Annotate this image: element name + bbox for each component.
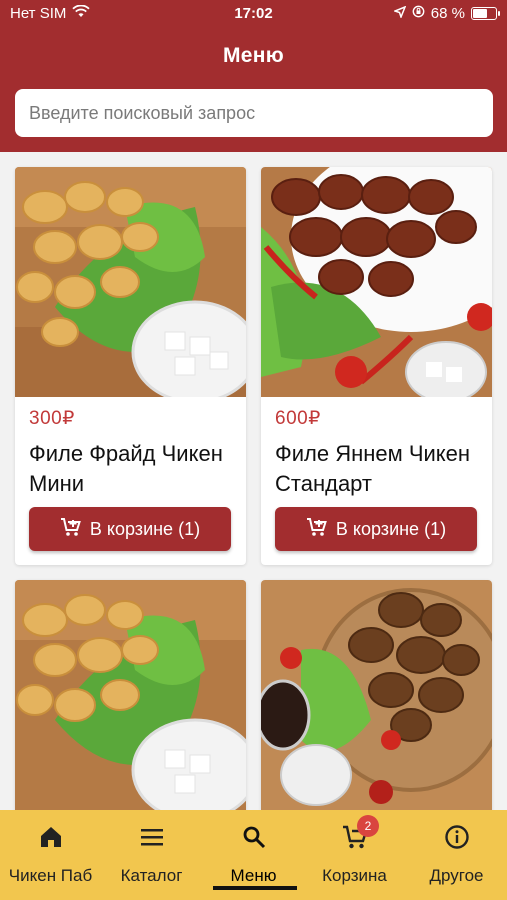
product-price: 600₽ bbox=[275, 408, 321, 429]
home-icon bbox=[38, 824, 64, 852]
product-card[interactable] bbox=[261, 580, 492, 810]
tab-label: Другое bbox=[429, 866, 484, 885]
search-input[interactable] bbox=[15, 89, 493, 137]
product-grid: 300₽ Филе Фрайд Чикен Мини В корзине (1) bbox=[0, 152, 507, 810]
product-image bbox=[15, 580, 246, 810]
tab-label: Корзина bbox=[322, 866, 387, 885]
product-card[interactable]: 600₽ Филе Яннем Чикен Стандарт В корзине… bbox=[261, 167, 492, 565]
tab-home[interactable]: Чикен Паб bbox=[0, 810, 101, 900]
page-title: Меню bbox=[223, 44, 284, 67]
in-cart-label: В корзине (1) bbox=[89, 518, 201, 539]
product-card[interactable]: 300₽ Филе Фрайд Чикен Мини В корзине (1) bbox=[15, 167, 246, 565]
product-image bbox=[261, 580, 492, 810]
in-cart-button[interactable]: В корзине (1) bbox=[275, 507, 477, 551]
product-image bbox=[15, 167, 246, 397]
battery-fill bbox=[473, 9, 487, 18]
battery-percent: 68 % bbox=[430, 5, 465, 22]
search-icon bbox=[241, 824, 267, 852]
tab-cart[interactable]: Корзина bbox=[304, 810, 405, 900]
product-price: 300₽ bbox=[29, 408, 75, 429]
product-card[interactable] bbox=[15, 580, 246, 810]
status-bar: Нет SIM 17:02 68 % bbox=[0, 0, 507, 28]
tab-label: Каталог bbox=[120, 866, 183, 885]
battery-icon bbox=[471, 7, 500, 20]
cart-add-icon bbox=[60, 517, 82, 542]
tab-label: Чикен Паб bbox=[8, 866, 93, 885]
in-cart-label: В корзине (1) bbox=[335, 518, 447, 539]
tab-other[interactable]: Другое bbox=[406, 810, 507, 900]
info-icon bbox=[444, 824, 470, 852]
cart-count-badge: 2 bbox=[357, 815, 379, 837]
product-name: Филе Фрайд Чикен Мини bbox=[29, 441, 223, 496]
product-image bbox=[261, 167, 492, 397]
location-icon bbox=[392, 5, 407, 22]
cart-add-icon bbox=[306, 517, 328, 542]
menu-icon bbox=[139, 824, 165, 852]
orientation-lock-icon bbox=[412, 5, 425, 22]
tab-label: Меню bbox=[230, 866, 277, 885]
app-header: Нет SIM 17:02 68 % Меню bbox=[0, 0, 507, 152]
active-tab-indicator bbox=[213, 886, 297, 890]
in-cart-button[interactable]: В корзине (1) bbox=[29, 507, 231, 551]
product-name: Филе Яннем Чикен Стандарт bbox=[275, 441, 471, 496]
tab-catalog[interactable]: Каталог bbox=[101, 810, 202, 900]
